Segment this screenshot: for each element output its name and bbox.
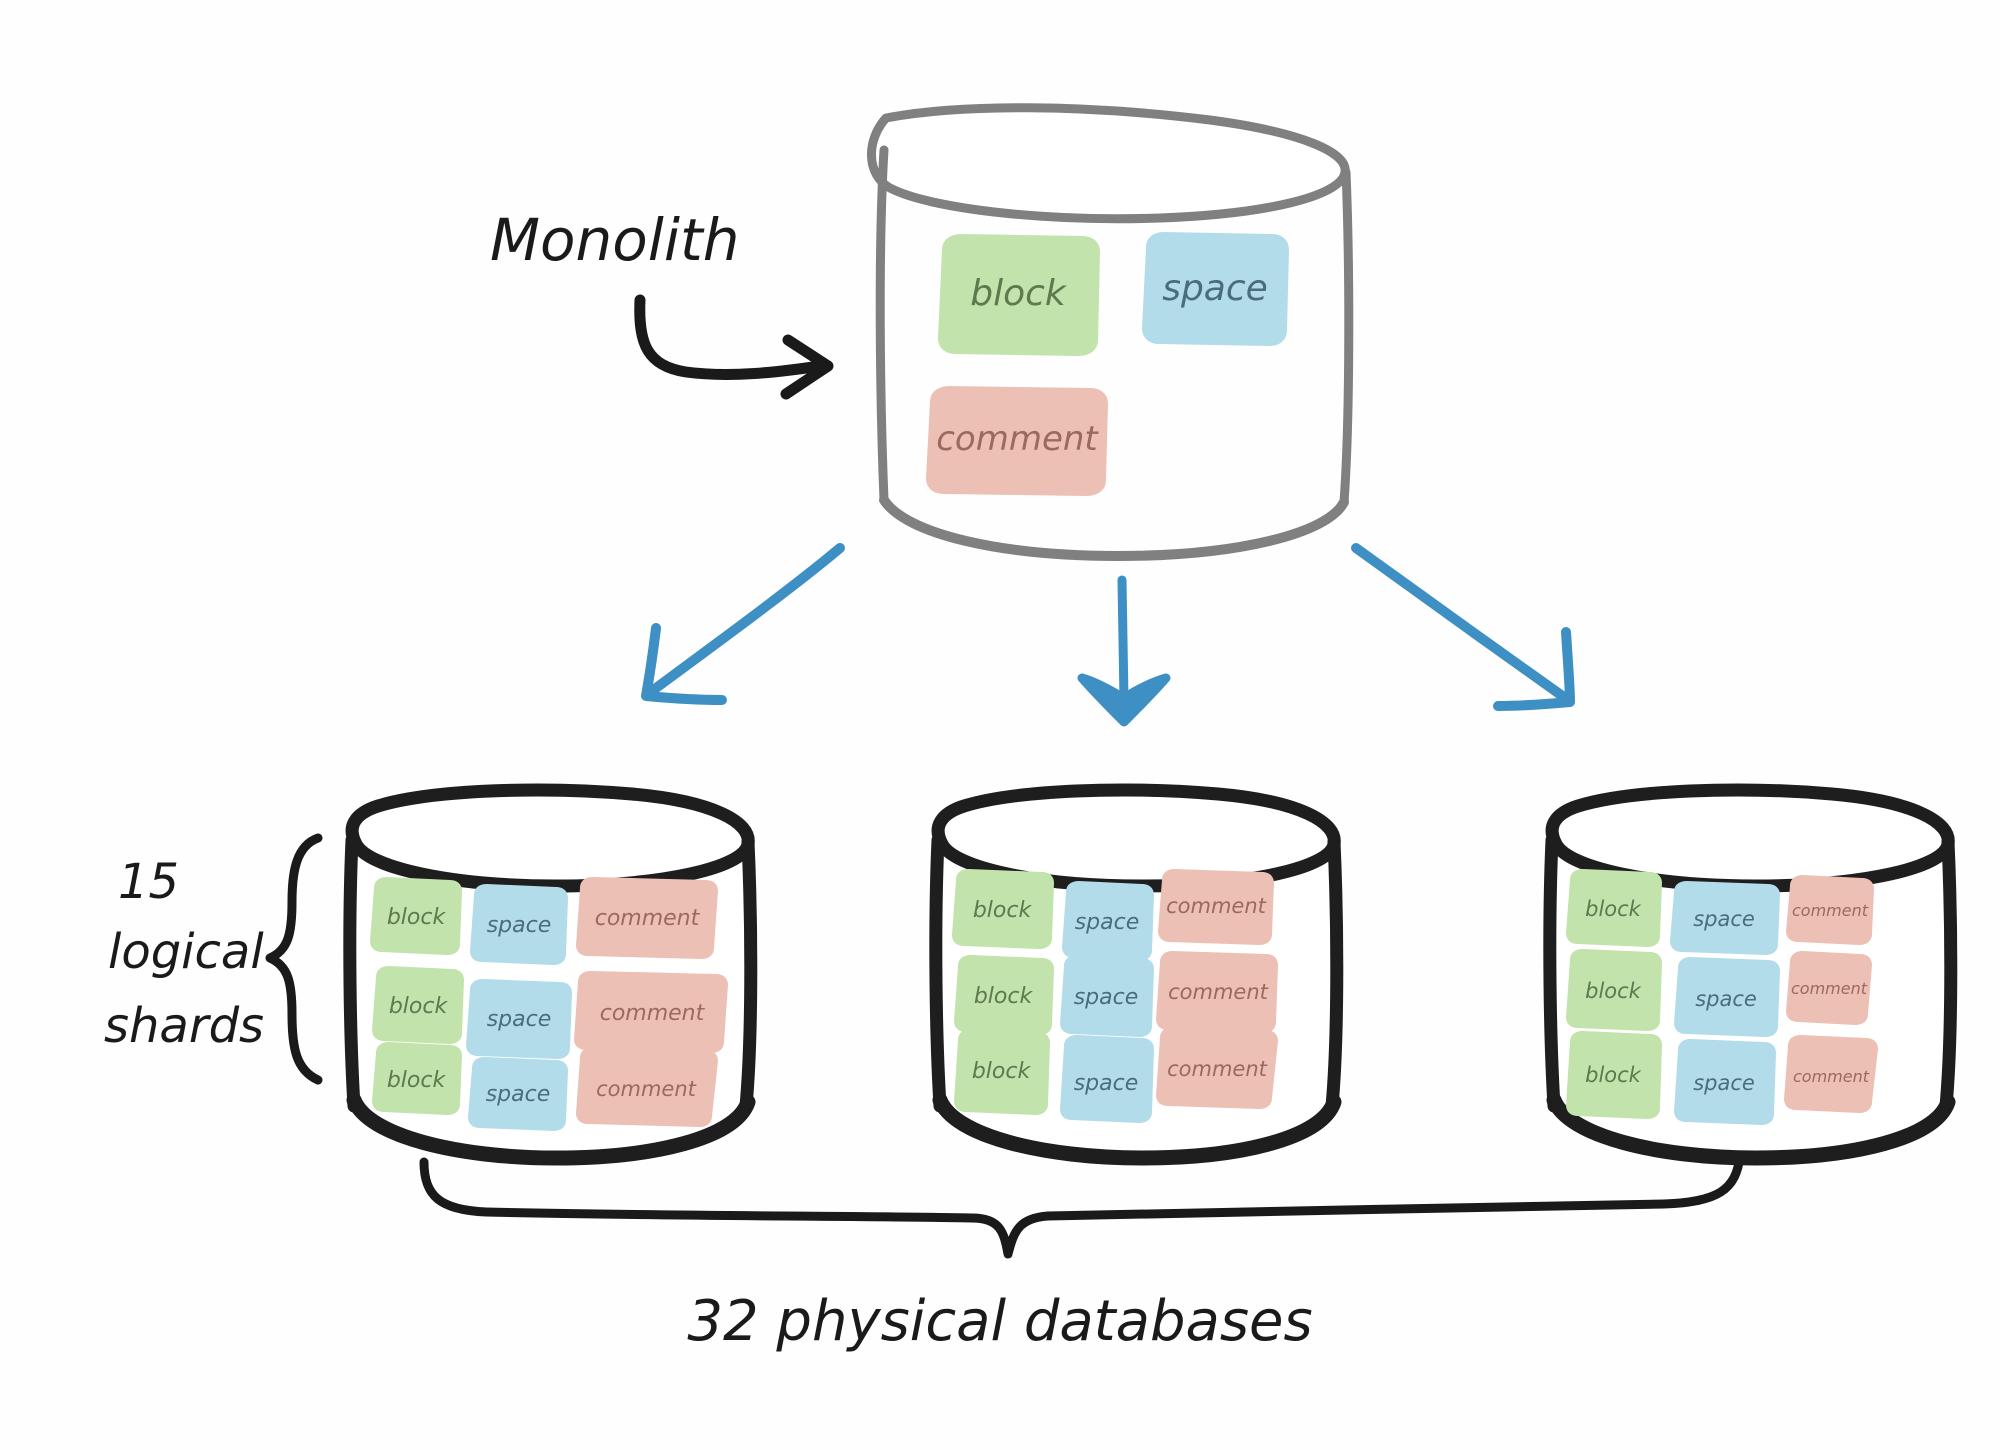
shard-3-row-1: block space comment [1566, 869, 1874, 955]
monolith-label: Monolith [490, 206, 740, 274]
shard-1-r1-comment[interactable]: comment [576, 877, 718, 959]
chip-label: block [1585, 897, 1642, 921]
shard-2-r2-comment[interactable]: comment [1156, 951, 1278, 1033]
chip-label: comment [1792, 901, 1869, 920]
shard-2-r1-block[interactable]: block [952, 869, 1054, 949]
chip-label: comment [1791, 979, 1868, 998]
monolith-table-space[interactable]: space [1142, 232, 1289, 346]
logical-shards-line-2: logical [108, 924, 264, 980]
chip-label: space [1695, 987, 1757, 1011]
shard-2-r1-comment[interactable]: comment [1158, 869, 1274, 945]
shard-1-r3-space[interactable]: space [468, 1057, 568, 1131]
diagram-canvas: Monolith block space comment block space [0, 0, 2000, 1450]
chip-label: space [1693, 907, 1755, 931]
chip-label: block [387, 1068, 447, 1093]
shard-2-r3-space[interactable]: space [1060, 1035, 1154, 1123]
chip-label: block [1585, 979, 1642, 1003]
shard-2-r3-block[interactable]: block [954, 1029, 1050, 1115]
chip-label: space [487, 1007, 552, 1032]
chip-label: space [1074, 985, 1139, 1010]
chip-label: comment [1166, 894, 1267, 918]
shard-1-r2-space[interactable]: space [466, 979, 572, 1059]
shard-3-r1-space[interactable]: space [1670, 881, 1780, 955]
monolith-table-comment[interactable]: comment [926, 386, 1108, 496]
chip-label: comment [600, 1001, 706, 1026]
chip-label: space [1693, 1071, 1755, 1095]
shard-2-row-2: block space comment [954, 951, 1278, 1037]
shard-3-r3-space[interactable]: space [1674, 1039, 1776, 1125]
chip-label: block [387, 905, 447, 930]
monolith-comment-label: comment [936, 419, 1099, 459]
chip-label: block [1585, 1063, 1642, 1087]
shard-3-row-3: block space comment [1566, 1031, 1878, 1125]
chip-label: comment [1167, 1057, 1268, 1081]
chip-label: space [1074, 1071, 1139, 1096]
shard-3-r2-space[interactable]: space [1674, 957, 1780, 1037]
chip-label: block [974, 984, 1034, 1009]
shard-2-row-3: block space comment [954, 1027, 1278, 1123]
shard-2-r2-block[interactable]: block [954, 955, 1054, 1035]
shard-1-r2-block[interactable]: block [372, 966, 464, 1044]
shard-3-r3-comment[interactable]: comment [1784, 1035, 1878, 1113]
shard-3-r3-block[interactable]: block [1566, 1031, 1662, 1119]
diagram-labels: Monolith block space comment block space [104, 206, 1878, 1354]
chip-label: space [487, 913, 552, 938]
shard-2-row-1: block space comment [952, 869, 1274, 961]
shard-3-r2-comment[interactable]: comment [1786, 951, 1872, 1025]
chip-label: comment [596, 1077, 697, 1101]
shard-2-r1-space[interactable]: space [1062, 881, 1154, 961]
chip-label: space [1075, 910, 1140, 935]
chip-label: block [972, 1059, 1032, 1084]
logical-shards-line-1: 15 [118, 854, 179, 910]
shard-1-row-1: block space comment [370, 877, 718, 965]
chip-label: block [389, 994, 449, 1019]
shard-3-r1-block[interactable]: block [1566, 869, 1662, 947]
shard-3-r1-comment[interactable]: comment [1786, 875, 1874, 945]
shard-3-row-2: block space comment [1566, 949, 1872, 1037]
shard-2-r2-space[interactable]: space [1060, 955, 1154, 1037]
chip-label: comment [1168, 980, 1269, 1004]
monolith-table-block[interactable]: block [938, 234, 1100, 356]
chip-label: space [486, 1082, 551, 1107]
monolith-block-label: block [970, 273, 1068, 314]
physical-databases-label: 32 physical databases [687, 1289, 1312, 1354]
shard-2-r3-comment[interactable]: comment [1156, 1027, 1278, 1109]
logical-shards-line-3: shards [104, 998, 264, 1054]
logical-shards-annotation: 15 logical shards [104, 854, 264, 1054]
monolith-space-label: space [1162, 268, 1268, 309]
shard-1-r3-block[interactable]: block [372, 1042, 462, 1115]
shard-1-r1-block[interactable]: block [370, 877, 462, 955]
shard-1-r1-space[interactable]: space [470, 884, 568, 965]
shard-1-r3-comment[interactable]: comment [576, 1047, 718, 1127]
chip-label: comment [595, 906, 701, 931]
shard-1-r2-comment[interactable]: comment [574, 971, 728, 1053]
chip-label: comment [1793, 1067, 1870, 1086]
chip-label: block [973, 898, 1033, 923]
shard-3-r2-block[interactable]: block [1566, 949, 1662, 1031]
